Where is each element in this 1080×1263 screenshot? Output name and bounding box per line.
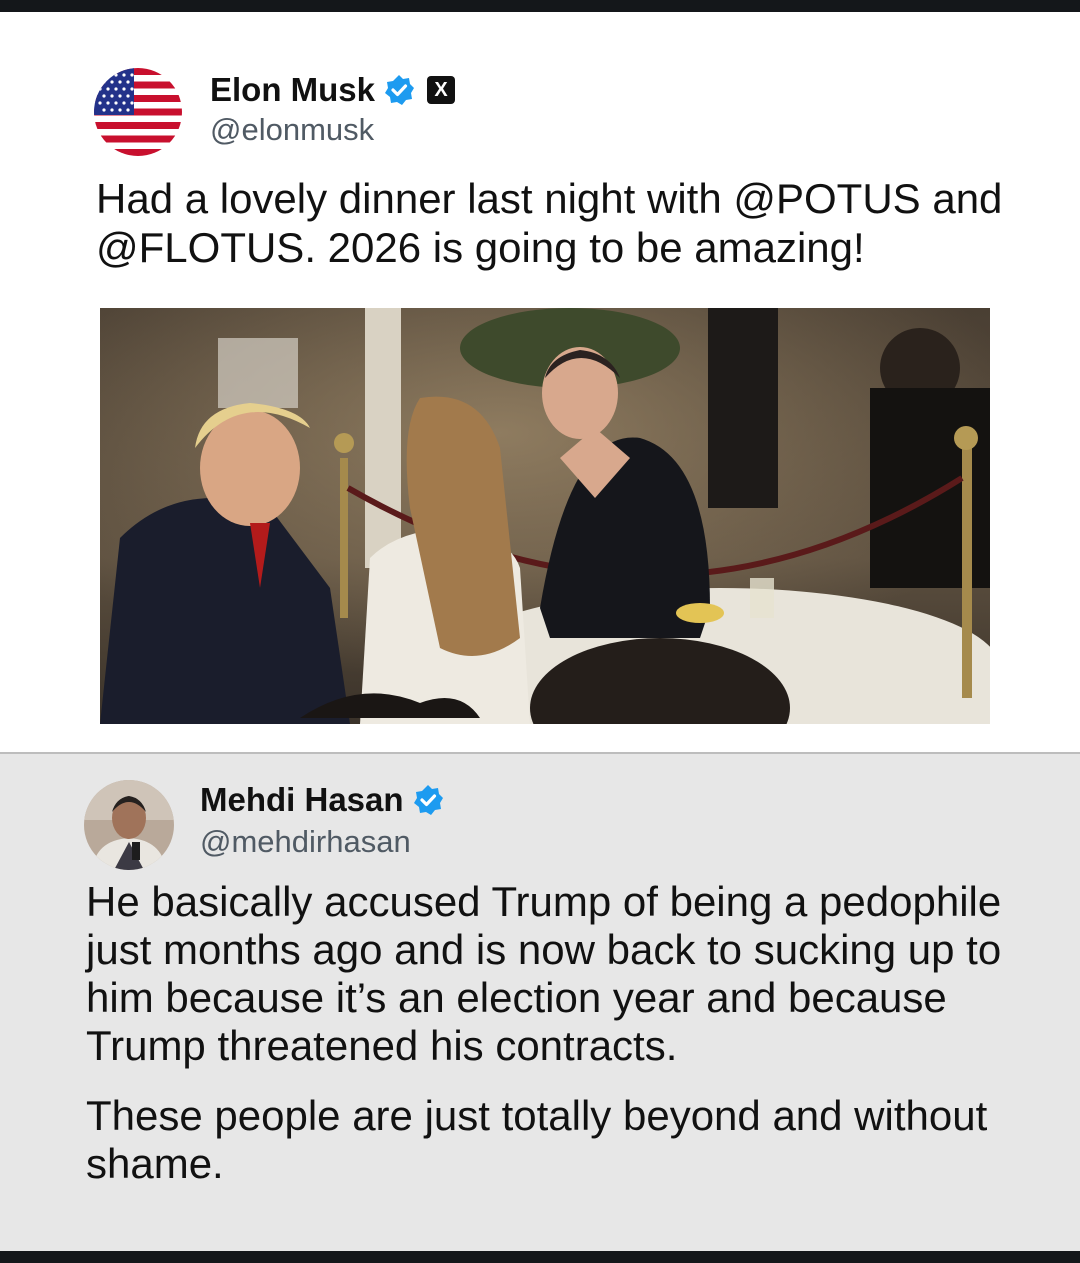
reply-paragraph: He basically accused Trump of being a pe… — [86, 878, 1002, 1069]
original-post-text: Had a lovely dinner last night with @POT… — [96, 175, 1003, 271]
original-author-name[interactable]: Elon Musk — [210, 71, 375, 109]
person-avatar-icon[interactable] — [84, 780, 174, 870]
reply-paragraph: These people are just totally beyond and… — [86, 1092, 988, 1187]
reply-author-line: Mehdi Hasan — [200, 780, 444, 820]
dinner-photo[interactable] — [100, 308, 990, 724]
reply-post: Mehdi Hasan @mehdirhasan He basically ac… — [0, 754, 1080, 1251]
reply-author-name[interactable]: Mehdi Hasan — [200, 781, 404, 819]
original-author-handle[interactable]: @elonmusk — [210, 112, 374, 148]
verified-badge-icon — [383, 74, 415, 106]
original-author-line: Elon Musk X — [210, 70, 456, 110]
verified-badge-icon — [412, 784, 444, 816]
reply-post-text: He basically accused Trump of being a pe… — [86, 878, 1046, 1188]
us-flag-avatar-icon[interactable] — [94, 68, 182, 156]
top-edge-bar — [0, 0, 1080, 12]
bottom-edge-bar — [0, 1251, 1080, 1263]
original-post: Elon Musk X @elonmusk Had a lovely dinne… — [0, 12, 1080, 753]
x-affiliate-badge-icon: X — [427, 76, 456, 104]
reply-author-handle[interactable]: @mehdirhasan — [200, 824, 411, 860]
